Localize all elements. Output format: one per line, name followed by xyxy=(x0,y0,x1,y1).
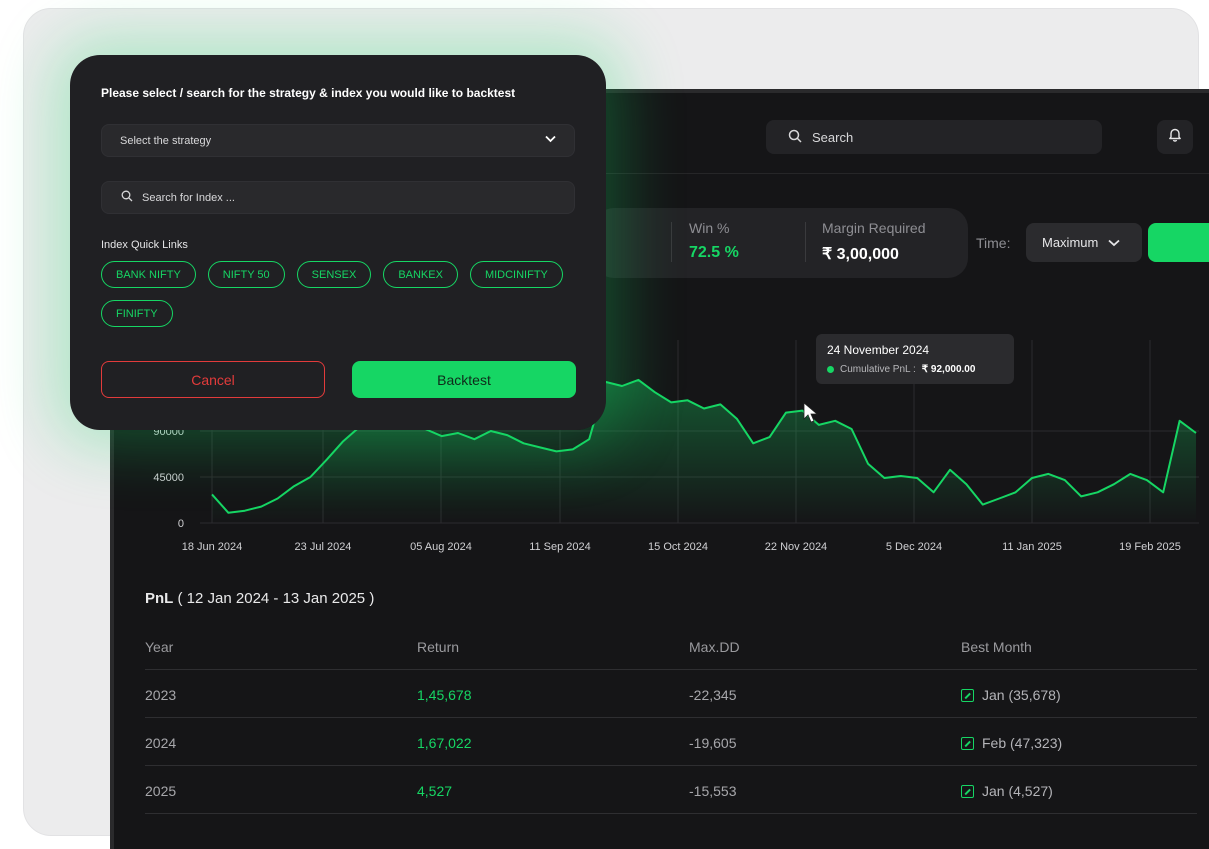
quick-link-nifty-50[interactable]: NIFTY 50 xyxy=(208,261,285,288)
stats-divider xyxy=(805,222,806,262)
strategy-select[interactable]: Select the strategy xyxy=(101,124,575,157)
best-month-cell[interactable]: Feb (47,323) xyxy=(961,735,1062,751)
time-filter-label: Time: xyxy=(976,235,1010,251)
quick-links: BANK NIFTY NIFTY 50 SENSEX BANKEX MIDCIN… xyxy=(101,261,581,327)
year-cell: 2024 xyxy=(145,735,176,751)
return-cell: 4,527 xyxy=(417,783,452,799)
best-month-value: Jan (4,527) xyxy=(982,783,1053,799)
col-best-month: Best Month xyxy=(961,639,1032,655)
maxdd-cell: -19,605 xyxy=(689,735,736,751)
time-filter-select[interactable]: Maximum xyxy=(1026,223,1142,262)
table-header: Year Return Max.DD Best Month xyxy=(145,622,1197,670)
strategy-select-placeholder: Select the strategy xyxy=(120,135,211,147)
backtest-modal: Please select / search for the strategy … xyxy=(70,55,606,430)
quick-links-label: Index Quick Links xyxy=(101,239,188,251)
pnl-title-bold: PnL xyxy=(145,590,173,607)
return-cell: 1,45,678 xyxy=(417,687,472,703)
notifications-button[interactable] xyxy=(1157,120,1193,154)
quick-link-midcinifty[interactable]: MIDCINIFTY xyxy=(470,261,563,288)
cancel-button[interactable]: Cancel xyxy=(101,361,325,398)
search-icon xyxy=(121,190,133,205)
global-search[interactable]: Search xyxy=(766,120,1102,154)
pnl-table: Year Return Max.DD Best Month 2023 1,45,… xyxy=(145,622,1197,814)
table-row[interactable]: 2025 4,527 -15,553 Jan (4,527) xyxy=(145,766,1197,814)
stats-divider xyxy=(671,222,672,262)
quick-link-sensex[interactable]: SENSEX xyxy=(297,261,372,288)
stats-summary: Win % 72.5 % Margin Required ₹ 3,00,000 xyxy=(594,208,968,278)
index-search-input[interactable]: Search for Index ... xyxy=(101,181,575,214)
chevron-down-icon xyxy=(545,134,556,146)
tooltip-row: Cumulative PnL : ₹ 92,000.00 xyxy=(827,364,1003,375)
best-month-cell[interactable]: Jan (4,527) xyxy=(961,783,1053,799)
col-maxdd: Max.DD xyxy=(689,639,740,655)
best-month-value: Jan (35,678) xyxy=(982,687,1061,703)
external-link-icon xyxy=(961,689,974,702)
year-cell: 2025 xyxy=(145,783,176,799)
col-year: Year xyxy=(145,639,173,655)
chart-tooltip: 24 November 2024 Cumulative PnL : ₹ 92,0… xyxy=(816,334,1014,384)
best-month-value: Feb (47,323) xyxy=(982,735,1062,751)
run-button[interactable] xyxy=(1148,223,1209,262)
margin-value: ₹ 3,00,000 xyxy=(822,244,926,264)
table-row[interactable]: 2024 1,67,022 -19,605 Feb (47,323) xyxy=(145,718,1197,766)
series-dot xyxy=(827,366,834,373)
bell-icon xyxy=(1168,127,1182,147)
tooltip-label: Cumulative PnL : xyxy=(840,364,916,375)
pnl-section-title: PnL ( 12 Jan 2024 - 13 Jan 2025 ) xyxy=(145,590,374,607)
search-icon xyxy=(788,129,802,146)
tooltip-date: 24 November 2024 xyxy=(827,343,1003,357)
chevron-down-icon xyxy=(1108,235,1120,250)
year-cell: 2023 xyxy=(145,687,176,703)
quick-link-finifty[interactable]: FINIFTY xyxy=(101,300,173,327)
external-link-icon xyxy=(961,737,974,750)
maxdd-cell: -15,553 xyxy=(689,783,736,799)
global-search-label: Search xyxy=(812,130,853,145)
tooltip-value: ₹ 92,000.00 xyxy=(922,364,976,375)
time-filter-value: Maximum xyxy=(1042,235,1098,250)
margin-label: Margin Required xyxy=(822,220,926,236)
modal-title: Please select / search for the strategy … xyxy=(101,86,515,100)
maxdd-cell: -22,345 xyxy=(689,687,736,703)
index-search-placeholder: Search for Index ... xyxy=(142,192,235,204)
win-rate-label: Win % xyxy=(689,220,739,236)
pnl-date-range: ( 12 Jan 2024 - 13 Jan 2025 ) xyxy=(173,590,374,607)
margin-stat: Margin Required ₹ 3,00,000 xyxy=(822,220,926,264)
win-rate-stat: Win % 72.5 % xyxy=(689,220,739,262)
best-month-cell[interactable]: Jan (35,678) xyxy=(961,687,1061,703)
return-cell: 1,67,022 xyxy=(417,735,472,751)
quick-link-bank-nifty[interactable]: BANK NIFTY xyxy=(101,261,196,288)
table-row[interactable]: 2023 1,45,678 -22,345 Jan (35,678) xyxy=(145,670,1197,718)
quick-link-bankex[interactable]: BANKEX xyxy=(383,261,458,288)
external-link-icon xyxy=(961,785,974,798)
col-return: Return xyxy=(417,639,459,655)
win-rate-value: 72.5 % xyxy=(689,244,739,262)
backtest-button[interactable]: Backtest xyxy=(352,361,576,398)
